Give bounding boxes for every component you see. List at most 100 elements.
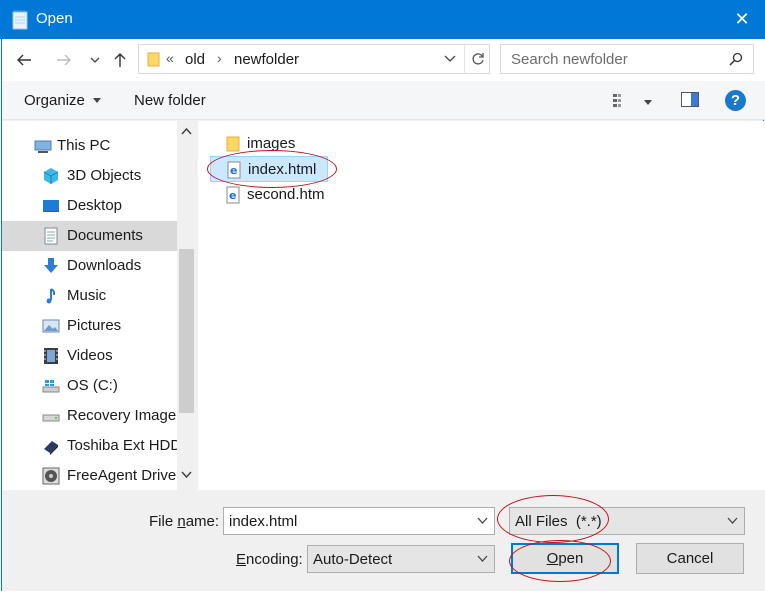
preview-pane-button[interactable] [681, 92, 699, 111]
tree-item-3d-objects[interactable]: 3D Objects [2, 161, 177, 191]
new-folder-label: New folder [134, 92, 206, 109]
file-name-label: File name: [149, 513, 220, 530]
file-name: second.htm [247, 186, 325, 203]
title-bar: Open ✕ [0, 0, 765, 39]
caret-down-icon [644, 100, 652, 105]
svg-text:e: e [229, 189, 236, 202]
tree-item-music[interactable]: Music [2, 281, 177, 311]
open-button[interactable]: Open [511, 543, 619, 574]
file-item-images[interactable]: images [210, 131, 328, 157]
file-name: index.html [248, 161, 317, 178]
tree-item-videos[interactable]: Videos [2, 341, 177, 371]
search-box[interactable]: Search newfolder [500, 44, 754, 74]
recent-locations-button[interactable] [83, 48, 107, 72]
tree-item-label: This PC [57, 137, 111, 154]
tree-item-label: Videos [67, 347, 113, 364]
up-button[interactable] [108, 48, 132, 72]
folder-icon [147, 52, 160, 67]
file-name-input[interactable]: index.html [223, 507, 495, 535]
file-name: images [247, 135, 296, 152]
close-button[interactable]: ✕ [719, 0, 765, 39]
view-details-icon [613, 94, 621, 107]
forward-button[interactable] [52, 48, 76, 72]
tree-item-label: Desktop [67, 197, 123, 214]
chevron-down-icon[interactable] [444, 52, 456, 64]
breadcrumb-newfolder[interactable]: newfolder [234, 51, 299, 68]
download-icon [44, 258, 58, 273]
organize-label: Organize [24, 92, 85, 109]
tree-item-os-c[interactable]: OS (C:) [2, 371, 177, 401]
dialog-body: « old › newfolder Search newfolder Organ… [1, 39, 765, 591]
tree-scrollbar[interactable] [177, 121, 196, 490]
help-button[interactable]: ? [725, 90, 746, 111]
tree-item-toshiba-ext-hdd[interactable]: Toshiba Ext HDD [2, 431, 181, 461]
window-title: Open [36, 10, 73, 27]
tree-item-freeagent-drive[interactable]: FreeAgent Drive [2, 461, 177, 490]
tree-item-this-pc[interactable]: This PC [2, 131, 177, 161]
preview-pane-icon [681, 92, 699, 107]
drive-icon [42, 414, 60, 422]
chevron-down-icon [727, 517, 738, 524]
chevron-down-icon [90, 57, 100, 63]
music-note-icon [46, 288, 56, 304]
view-options-button[interactable] [644, 93, 652, 110]
refresh-icon [471, 53, 484, 65]
file-type-select[interactable]: All Files (*.*) [509, 507, 745, 535]
svg-text:e: e [230, 164, 237, 177]
file-item-index-html[interactable]: e index.html [210, 156, 328, 182]
encoding-value: Auto-Detect [313, 551, 393, 568]
tree-item-label: Recovery Image [67, 407, 177, 424]
film-icon [44, 348, 58, 364]
navigation-bar: « old › newfolder Search newfolder [2, 39, 765, 81]
new-folder-button[interactable]: New folder [134, 92, 206, 109]
tree-item-pictures[interactable]: Pictures [2, 311, 177, 341]
tree-item-label: 3D Objects [67, 167, 142, 184]
desktop-icon [43, 200, 59, 212]
arrow-up-icon [114, 53, 126, 67]
encoding-select[interactable]: Auto-Detect [307, 545, 495, 573]
tree-item-label: Music [67, 287, 107, 304]
tree-item-label: Downloads [67, 257, 142, 274]
cancel-label: Cancel [666, 550, 714, 567]
tree-item-label: OS (C:) [67, 377, 118, 394]
drive-windows-icon [42, 380, 60, 393]
chevron-up-icon[interactable] [181, 127, 192, 135]
address-bar[interactable]: « old › newfolder [138, 44, 490, 74]
computer-icon [34, 140, 52, 153]
chevron-down-icon [477, 555, 488, 562]
cube-icon [43, 168, 59, 184]
edge-html-icon: e [226, 186, 240, 204]
breadcrumb-overflow[interactable]: « [166, 50, 174, 66]
tree-item-label: Documents [67, 227, 143, 244]
refresh-button[interactable] [464, 45, 490, 73]
tree-item-downloads[interactable]: Downloads [2, 251, 177, 281]
encoding-label: Encoding: [236, 551, 303, 568]
back-button[interactable] [12, 48, 36, 72]
notepad-icon [12, 10, 28, 30]
scrollbar-thumb[interactable] [179, 249, 194, 413]
chevron-down-icon[interactable] [181, 471, 192, 479]
cancel-button[interactable]: Cancel [636, 543, 744, 574]
organize-menu[interactable]: Organize [24, 92, 102, 109]
tree-item-recovery-image[interactable]: Recovery Image [2, 401, 177, 431]
chevron-down-icon[interactable] [477, 517, 488, 525]
edge-html-icon: e [227, 161, 241, 179]
file-list: images e index.html e second.htm [198, 121, 765, 490]
dialog-footer: File name: index.html All Files (*.*) En… [2, 490, 765, 591]
change-view-button[interactable] [613, 93, 631, 112]
external-drive-icon [44, 441, 58, 455]
external-drive-icon [42, 467, 60, 485]
tree-item-documents[interactable]: Documents [2, 221, 177, 251]
file-name-value: index.html [229, 513, 298, 530]
breadcrumb-old[interactable]: old [185, 51, 205, 68]
folder-icon [226, 136, 240, 152]
help-icon: ? [730, 92, 741, 109]
search-placeholder: Search newfolder [511, 51, 628, 68]
caret-down-icon [93, 98, 102, 104]
picture-icon [42, 319, 60, 333]
breadcrumb-separator[interactable]: › [217, 50, 222, 66]
tree-item-desktop[interactable]: Desktop [2, 191, 177, 221]
navigation-pane: This PC 3D Objects Desktop Documents Dow… [2, 121, 196, 490]
file-item-second-htm[interactable]: e second.htm [210, 182, 328, 208]
tree-item-label: FreeAgent Drive [67, 467, 177, 484]
